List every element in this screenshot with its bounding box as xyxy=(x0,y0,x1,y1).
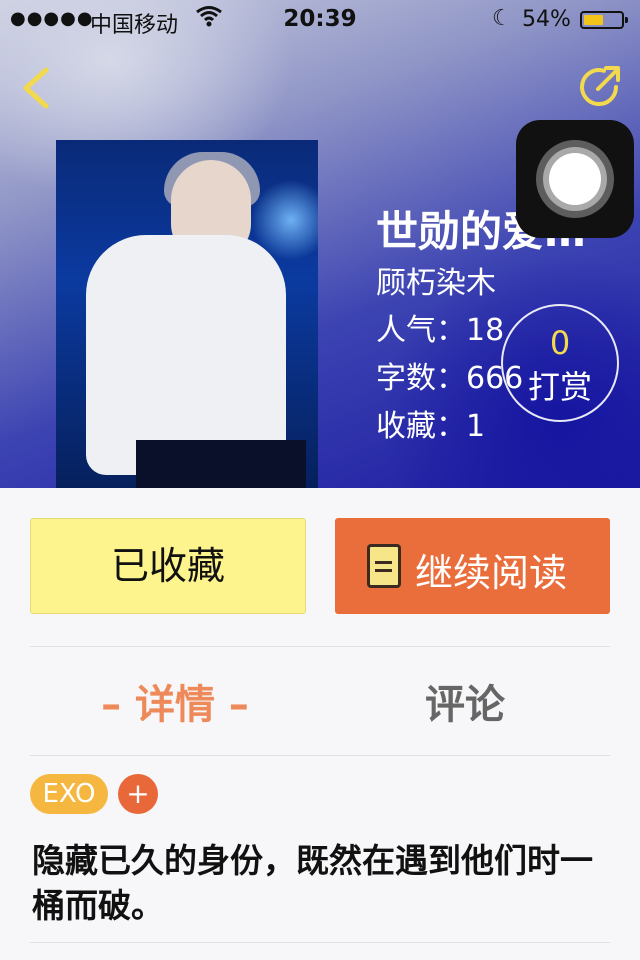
book-description: 隐藏已久的身份，既然在遇到他们时一桶而破。 xyxy=(32,841,593,925)
share-button[interactable] xyxy=(572,60,626,114)
popularity-stat: 人气：18 xyxy=(376,313,505,348)
chevron-left-icon xyxy=(23,67,49,109)
tip-count: 0 xyxy=(549,324,571,362)
add-tag-button[interactable]: + xyxy=(118,774,158,814)
author-name[interactable]: 顾朽染木 xyxy=(376,258,496,302)
back-button[interactable] xyxy=(14,62,62,114)
battery-icon xyxy=(580,11,628,29)
continue-reading-label: 继续阅读 xyxy=(415,551,568,595)
book-header: ●●●●● 中国移动 20:39 ☾ 54% 世勋的爱… 顾朽染木 人气：18 … xyxy=(0,0,640,488)
favorited-button[interactable]: 已收藏 xyxy=(30,518,306,614)
book-cover-image xyxy=(56,140,318,488)
divider xyxy=(30,646,610,647)
assistive-touch-button[interactable] xyxy=(516,120,634,238)
tab-comment[interactable]: 评论 xyxy=(360,672,570,730)
tab-detail[interactable]: – 详情 – xyxy=(60,672,290,730)
battery-percent: 54% xyxy=(522,7,571,32)
battery-level-fill xyxy=(584,15,604,25)
divider xyxy=(30,755,610,756)
tip-label: 打赏 xyxy=(527,368,592,406)
tip-button[interactable]: 0 打赏 xyxy=(501,304,619,422)
share-icon xyxy=(580,66,620,107)
do-not-disturb-icon: ☾ xyxy=(492,6,512,31)
status-bar: ●●●●● 中国移动 20:39 ☾ 54% xyxy=(0,0,640,40)
favorites-stat: 收藏：1 xyxy=(376,409,486,444)
tag-exo[interactable]: EXO xyxy=(30,774,108,814)
continue-reading-button[interactable]: 继续阅读 xyxy=(335,518,610,614)
divider xyxy=(30,942,610,943)
book-icon xyxy=(367,544,401,588)
